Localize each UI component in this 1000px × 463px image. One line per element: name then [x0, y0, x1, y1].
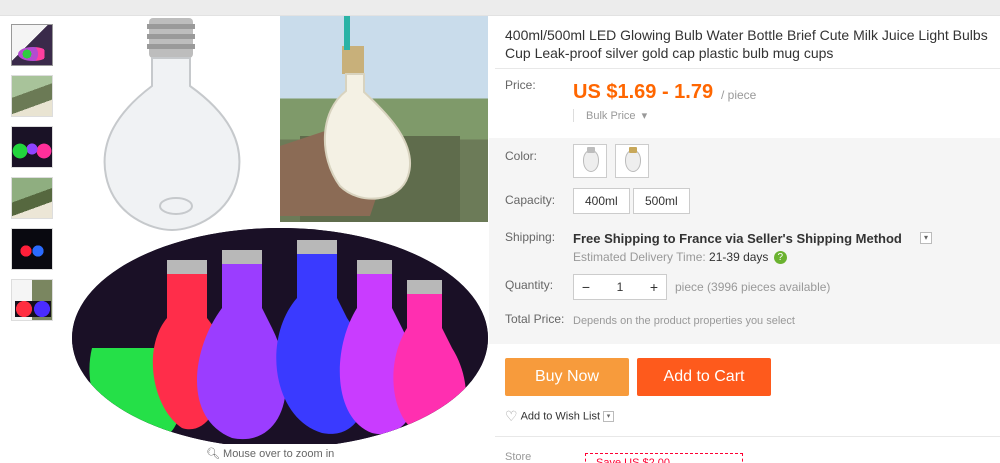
- delivery-days: 21-39 days: [709, 250, 769, 264]
- help-icon[interactable]: ?: [773, 251, 787, 265]
- product-title: 400ml/500ml LED Glowing Bulb Water Bottl…: [505, 27, 988, 61]
- color-option-gold[interactable]: [615, 144, 649, 178]
- total-price-label: Total Price:: [505, 312, 565, 326]
- zoom-hint: 🔍︎ Mouse over to zoom in: [206, 447, 334, 460]
- bulk-price-label: Bulk Price: [586, 110, 636, 122]
- store-coupon[interactable]: Save US $2.00: [585, 453, 743, 463]
- color-label: Color:: [505, 149, 538, 163]
- wish-list-label: Add to Wish List: [520, 410, 601, 423]
- quantity-decrease-button[interactable]: −: [574, 275, 598, 299]
- capacity-label: Capacity:: [505, 193, 556, 207]
- delivery-estimate-label: Estimated Delivery Time:: [573, 250, 706, 264]
- store-label: Store: [505, 451, 532, 463]
- chevron-down-icon: ▾: [638, 110, 648, 122]
- chevron-down-icon[interactable]: ▾: [603, 411, 615, 422]
- cap-icon: [587, 147, 595, 153]
- divider: [495, 436, 1000, 437]
- hand-holding-bottle-image: [280, 16, 488, 222]
- zoom-hint-text: Mouse over to zoom in: [223, 448, 335, 460]
- shipping-dropdown-icon[interactable]: ▾: [920, 232, 932, 244]
- bulb-icon: [625, 150, 641, 172]
- quantity-stepper: − +: [573, 274, 667, 300]
- cap-icon: [629, 147, 637, 153]
- thumbnail-2[interactable]: [11, 75, 53, 117]
- thumbnail-4[interactable]: [11, 177, 53, 219]
- capacity-option-400ml[interactable]: 400ml: [573, 188, 630, 214]
- shipping-label: Shipping:: [505, 230, 556, 244]
- glowing-bottles-image: [72, 228, 488, 444]
- magnifier-icon: 🔍︎: [206, 448, 220, 460]
- thumbnail-5[interactable]: [11, 228, 53, 270]
- add-to-wish-list-link[interactable]: ♡ Add to Wish List ▾: [505, 408, 615, 425]
- buy-now-button[interactable]: Buy Now: [505, 358, 629, 396]
- delivery-estimate: Estimated Delivery Time: 21-39 days ?: [573, 250, 787, 265]
- thumbnail-list: [11, 24, 55, 330]
- color-option-silver[interactable]: [573, 144, 607, 178]
- price-value: US $1.69 - 1.79: [573, 81, 714, 103]
- quantity-increase-button[interactable]: +: [642, 275, 666, 299]
- bulk-price-dropdown[interactable]: Bulk Price ▾: [573, 109, 647, 122]
- top-bar: [0, 0, 1000, 16]
- product-info-panel: 400ml/500ml LED Glowing Bulb Water Bottl…: [489, 16, 1000, 463]
- main-product-image[interactable]: [72, 16, 488, 444]
- thumbnail-6[interactable]: [11, 279, 53, 321]
- price-label: Price:: [505, 78, 536, 92]
- divider: [495, 68, 1000, 69]
- quantity-availability: piece (3996 pieces available): [675, 280, 831, 294]
- quantity-input[interactable]: [598, 275, 642, 299]
- thumbnail-3[interactable]: [11, 126, 53, 168]
- capacity-option-500ml[interactable]: 500ml: [633, 188, 690, 214]
- shipping-method[interactable]: Free Shipping to France via Seller's Shi…: [573, 231, 902, 246]
- quantity-label: Quantity:: [505, 278, 554, 292]
- heart-icon: ♡: [505, 408, 518, 424]
- thumbnail-1[interactable]: [11, 24, 53, 66]
- add-to-cart-button[interactable]: Add to Cart: [637, 358, 771, 396]
- bulb-icon: [583, 150, 599, 172]
- price-unit: / piece: [721, 88, 757, 102]
- total-price-info: Depends on the product properties you se…: [573, 315, 795, 327]
- bulb-bottle-image: [72, 16, 280, 238]
